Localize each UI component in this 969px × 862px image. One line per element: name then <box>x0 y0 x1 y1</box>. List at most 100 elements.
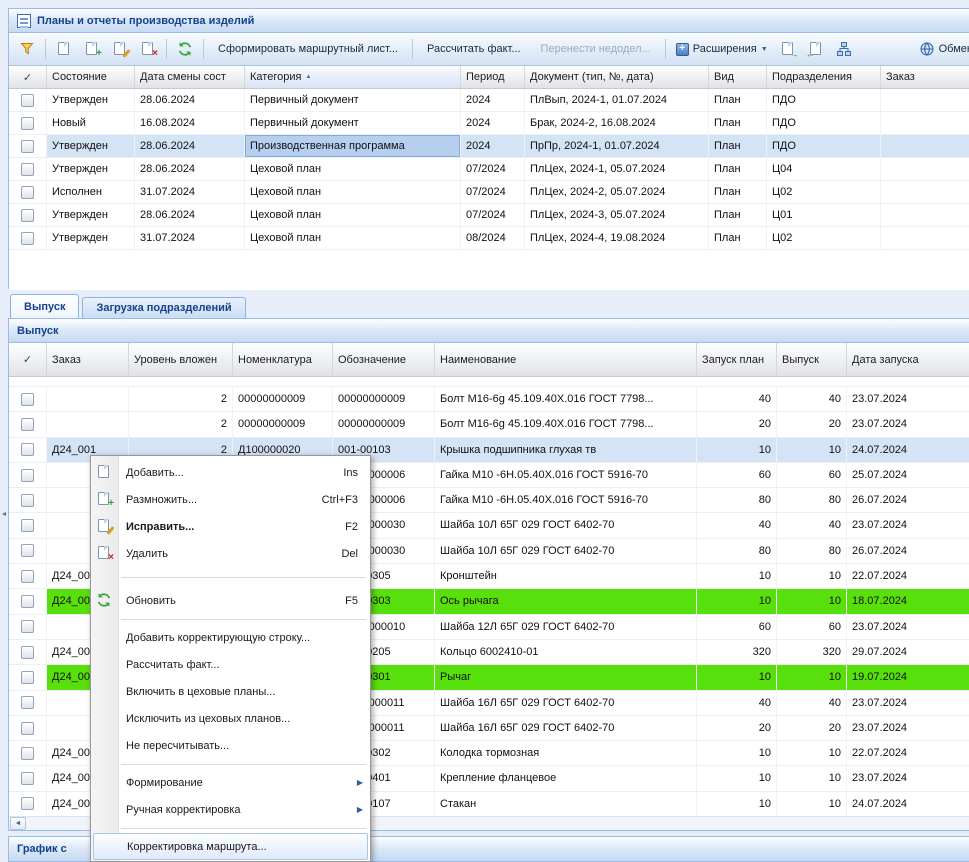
exchange-button[interactable]: Обмен <box>914 37 969 61</box>
select-all-column-header[interactable]: ✓ <box>9 343 47 376</box>
column-header-state[interactable]: Состояние <box>47 66 135 88</box>
output-panel-header[interactable]: Выпуск <box>9 319 969 343</box>
column-header-order[interactable]: Заказ <box>881 66 969 88</box>
cell-date: 28.06.2024 <box>135 204 245 226</box>
make-route-list-button[interactable]: Сформировать маршрутный лист... <box>209 37 407 61</box>
row-checkbox[interactable] <box>21 232 34 245</box>
add-document-button[interactable] <box>51 37 77 61</box>
row-checkbox[interactable] <box>21 186 34 199</box>
cell-period: 07/2024 <box>461 158 525 180</box>
table-row[interactable]: Утвержден28.06.2024Цеховой план07/2024Пл… <box>9 204 969 227</box>
column-header-plan[interactable]: Запуск план <box>697 343 777 376</box>
row-checkbox[interactable] <box>21 595 34 608</box>
table-row[interactable]: 20000000000900000000009Болт М16-6g 45.10… <box>9 412 969 437</box>
column-header-code[interactable]: Обозначение <box>333 343 435 376</box>
structure-button[interactable] <box>831 37 857 61</box>
menu-item-label: Добавить... <box>126 467 333 479</box>
table-row[interactable]: Утвержден28.06.2024Производственная прог… <box>9 135 969 158</box>
row-checkbox[interactable] <box>21 570 34 583</box>
menu-item-exclude-from-shop-plans[interactable]: Исключить из цеховых планов... <box>91 705 370 732</box>
menu-item-delete[interactable]: ×УдалитьDel <box>91 540 370 567</box>
menu-item-add[interactable]: Добавить...Ins <box>91 459 370 486</box>
row-checkbox[interactable] <box>21 209 34 222</box>
export-document-button[interactable]: → <box>775 37 801 61</box>
row-checkbox[interactable] <box>21 469 34 482</box>
menu-shortcut: Ctrl+F3 <box>322 494 358 506</box>
row-checkbox[interactable] <box>21 696 34 709</box>
column-header-order[interactable]: Заказ <box>47 343 129 376</box>
column-header-nom[interactable]: Номенклатура <box>233 343 333 376</box>
row-checkbox[interactable] <box>21 163 34 176</box>
table-row[interactable]: 20000000000900000000009Болт М16-6g 45.10… <box>9 387 969 412</box>
row-checkbox[interactable] <box>21 140 34 153</box>
import-document-button[interactable]: ← <box>803 37 829 61</box>
table-row[interactable]: Утвержден28.06.2024Первичный документ202… <box>9 89 969 112</box>
checkbox-cell <box>9 792 47 816</box>
tab-output[interactable]: Выпуск <box>10 294 79 318</box>
menu-item-calc-fact[interactable]: Рассчитать факт... <box>91 651 370 678</box>
tab-department-load[interactable]: Загрузка подразделений <box>82 297 245 318</box>
row-checkbox[interactable] <box>21 519 34 532</box>
cell-order <box>881 227 969 249</box>
plans-panel-header[interactable]: Планы и отчеты производства изделий <box>9 9 969 33</box>
scroll-left-icon[interactable]: ◄ <box>10 817 26 830</box>
calc-fact-button[interactable]: Рассчитать факт... <box>418 37 530 61</box>
menu-item-duplicate[interactable]: +Размножить...Ctrl+F3 <box>91 486 370 513</box>
row-checkbox[interactable] <box>21 544 34 557</box>
menu-item-no-recalc[interactable]: Не пересчитывать... <box>91 732 370 759</box>
table-row[interactable]: Утвержден31.07.2024Цеховой план08/2024Пл… <box>9 227 969 250</box>
column-header-dept[interactable]: Подразделения <box>767 66 881 88</box>
menu-item-add-correction-row[interactable]: Добавить корректирующую строку... <box>91 624 370 651</box>
cell-kind: План <box>709 112 767 134</box>
table-row[interactable]: Новый16.08.2024Первичный документ2024Бра… <box>9 112 969 135</box>
table-row[interactable]: Д24_001 <box>9 377 969 387</box>
checkbox-cell <box>9 158 47 180</box>
row-checkbox[interactable] <box>21 443 34 456</box>
menu-item-include-in-shop-plans[interactable]: Включить в цеховые планы... <box>91 678 370 705</box>
menu-item-manual-correction[interactable]: Ручная корректировка▶ <box>91 796 370 823</box>
filter-button[interactable] <box>14 37 40 61</box>
row-checkbox[interactable] <box>21 117 34 130</box>
cell-doc: ПрПр, 2024-1, 01.07.2024 <box>525 135 709 157</box>
row-checkbox[interactable] <box>21 418 34 431</box>
cell-out: 10 <box>777 438 847 462</box>
row-checkbox[interactable] <box>21 722 34 735</box>
refresh-button[interactable] <box>172 37 198 61</box>
cell-category: Цеховой план <box>245 227 461 249</box>
extensions-button[interactable]: Расширения ▼ <box>671 37 773 61</box>
column-header-period[interactable]: Период <box>461 66 525 88</box>
cell-plan: 10 <box>697 564 777 588</box>
column-label: Выпуск <box>782 354 819 366</box>
edit-document-button[interactable] <box>107 37 133 61</box>
row-checkbox[interactable] <box>21 94 34 107</box>
delete-document-button[interactable]: × <box>135 37 161 61</box>
row-checkbox[interactable] <box>21 494 34 507</box>
row-checkbox[interactable] <box>21 747 34 760</box>
table-row[interactable]: Исполнен31.07.2024Цеховой план07/2024ПлЦ… <box>9 181 969 204</box>
column-header-kind[interactable]: Вид <box>709 66 767 88</box>
menu-item-route-correction[interactable]: Корректировка маршрута... <box>93 833 368 860</box>
row-checkbox[interactable] <box>21 646 34 659</box>
row-checkbox[interactable] <box>21 671 34 684</box>
cell-order <box>881 135 969 157</box>
row-checkbox[interactable] <box>21 393 34 406</box>
column-header-out[interactable]: Выпуск <box>777 343 847 376</box>
select-all-column-header[interactable]: ✓ <box>9 66 47 88</box>
column-header-date[interactable]: Дата смены сост <box>135 66 245 88</box>
row-checkbox[interactable] <box>21 620 34 633</box>
column-header-category[interactable]: Категория▲ <box>245 66 461 88</box>
cell-out: 10 <box>777 589 847 613</box>
row-checkbox[interactable] <box>21 772 34 785</box>
menu-item-formation[interactable]: Формирование▶ <box>91 769 370 796</box>
column-header-level[interactable]: Уровень вложен <box>129 343 233 376</box>
menu-item-refresh[interactable]: ОбновитьF5 <box>91 587 370 614</box>
collapse-panel-arrow-icon[interactable]: ◄ <box>0 494 8 534</box>
clone-document-button[interactable]: + <box>79 37 105 61</box>
column-header-doc[interactable]: Документ (тип, №, дата) <box>525 66 709 88</box>
move-backlog-button[interactable]: Перенести недодел... <box>532 37 660 61</box>
row-checkbox[interactable] <box>21 797 34 810</box>
column-header-name[interactable]: Наименование <box>435 343 697 376</box>
column-header-date[interactable]: Дата запуска <box>847 343 969 376</box>
menu-item-edit[interactable]: Исправить...F2 <box>91 513 370 540</box>
table-row[interactable]: Утвержден28.06.2024Цеховой план07/2024Пл… <box>9 158 969 181</box>
